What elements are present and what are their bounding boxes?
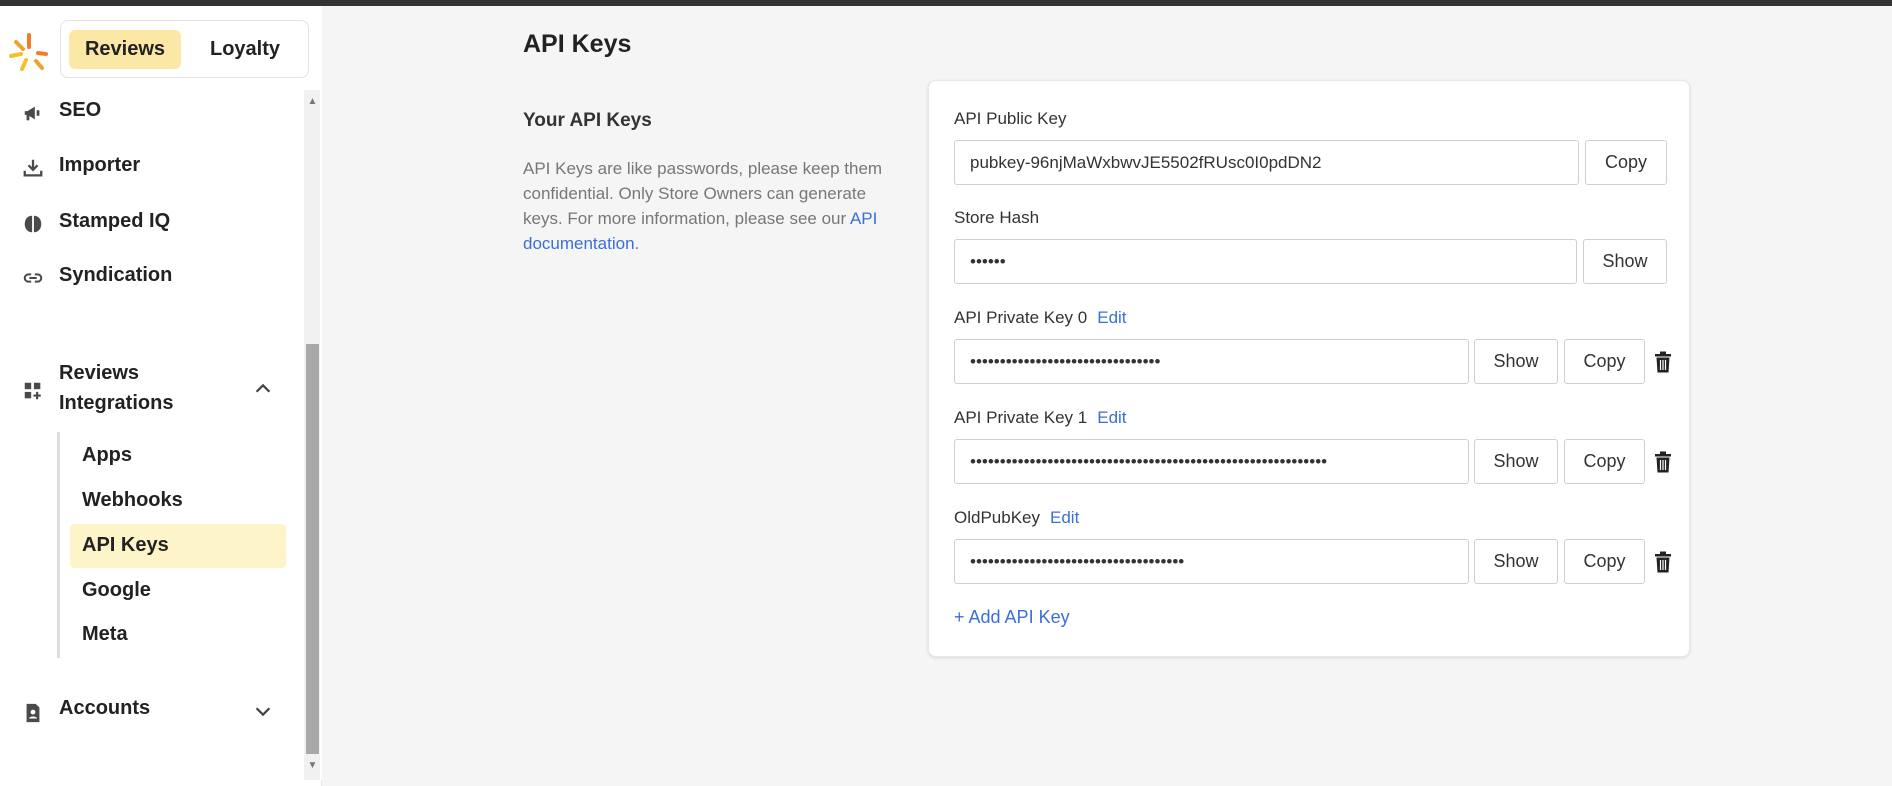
api-keys-card: API Public Key pubkey-96njMaWxbwvJE5502f…	[928, 80, 1690, 657]
private-key-0-input[interactable]: ••••••••••••••••••••••••••••••••	[954, 339, 1469, 384]
store-hash-input[interactable]: ••••••	[954, 239, 1577, 284]
trash-icon[interactable]	[1654, 351, 1672, 373]
link-icon	[23, 273, 43, 283]
show-old-pub-key-button[interactable]: Show	[1474, 539, 1558, 584]
public-key-input[interactable]: pubkey-96njMaWxbwvJE5502fRUsc0I0pdDN2	[954, 140, 1579, 185]
copy-public-key-button[interactable]: Copy	[1585, 140, 1667, 185]
trash-icon[interactable]	[1654, 551, 1672, 573]
sidebar-subitem-label: Meta	[82, 623, 128, 645]
edit-old-pub-key-link[interactable]: Edit	[1050, 508, 1079, 527]
sidebar-item-seo[interactable]: SEO	[0, 92, 300, 132]
store-hash-label: Store Hash	[954, 208, 1040, 227]
chevron-up-icon	[255, 383, 271, 393]
sidebar-item-label: Importer	[59, 154, 141, 176]
edit-private-key-0-link[interactable]: Edit	[1097, 308, 1126, 327]
sidebar-group-label: Reviews Integrations	[59, 362, 174, 414]
sidebar-scrollbar-thumb[interactable]	[306, 344, 319, 754]
scroll-up-arrow-icon[interactable]: ▲	[306, 96, 319, 108]
sidebar-subitem-webhooks[interactable]: Webhooks	[70, 479, 286, 523]
private-key-0-label-text: API Private Key 0	[954, 308, 1088, 327]
old-pub-key-input[interactable]: ••••••••••••••••••••••••••••••••••••	[954, 539, 1469, 584]
show-store-hash-button[interactable]: Show	[1583, 239, 1667, 284]
sidebar-item-label: Stamped IQ	[59, 210, 171, 232]
trash-icon[interactable]	[1654, 451, 1672, 473]
sidebar-item-label: SEO	[59, 99, 102, 121]
section-description: API Keys are like passwords, please keep…	[523, 156, 893, 256]
show-private-key-1-button[interactable]: Show	[1474, 439, 1558, 484]
sidebar-item-label: Syndication	[59, 264, 173, 286]
edit-private-key-1-link[interactable]: Edit	[1097, 408, 1126, 427]
sidebar-item-accounts[interactable]: Accounts	[0, 690, 300, 730]
sidebar-subitem-label: Apps	[82, 444, 132, 466]
private-key-1-input[interactable]: ••••••••••••••••••••••••••••••••••••••••…	[954, 439, 1469, 484]
public-key-label: API Public Key	[954, 109, 1067, 128]
submenu-line	[57, 432, 60, 658]
old-pub-key-label-text: OldPubKey	[954, 508, 1040, 527]
page-title: API Keys	[523, 30, 632, 58]
sidebar-item-label: Accounts	[59, 697, 151, 719]
brain-icon	[24, 215, 42, 233]
megaphone-icon	[24, 106, 40, 121]
copy-old-pub-key-button[interactable]: Copy	[1564, 539, 1645, 584]
stamped-logo-icon	[9, 33, 48, 71]
sidebar-item-importer[interactable]: Importer	[0, 147, 300, 187]
private-key-1-label-text: API Private Key 1	[954, 408, 1088, 427]
section-description-text: API Keys are like passwords, please keep…	[523, 159, 883, 228]
add-api-key-link[interactable]: + Add API Key	[954, 607, 1070, 628]
sidebar-subitem-label: Google	[82, 579, 151, 601]
show-private-key-0-button[interactable]: Show	[1474, 339, 1558, 384]
copy-private-key-1-button[interactable]: Copy	[1564, 439, 1645, 484]
sidebar-item-stamped-iq[interactable]: Stamped IQ	[0, 203, 300, 243]
sidebar-group-reviews-integrations[interactable]: Reviews Integrations	[0, 358, 300, 422]
loyalty-tab[interactable]: Loyalty	[189, 30, 301, 69]
section-title: Your API Keys	[523, 110, 652, 131]
sidebar: Reviews Loyalty SEO Importer Stamped IQ	[0, 6, 322, 786]
sidebar-nav: SEO Importer Stamped IQ Syndication Revi…	[0, 90, 322, 780]
product-switcher: Reviews Loyalty	[60, 20, 309, 78]
scroll-down-arrow-icon[interactable]: ▼	[306, 760, 319, 772]
chevron-down-icon	[255, 707, 271, 717]
sidebar-subitem-api-keys[interactable]: API Keys	[70, 524, 286, 568]
download-icon	[23, 159, 43, 177]
brand-row: Reviews Loyalty	[0, 6, 322, 90]
sidebar-subitem-meta[interactable]: Meta	[70, 613, 286, 657]
sidebar-item-syndication[interactable]: Syndication	[0, 257, 300, 297]
apps-plus-icon	[24, 382, 41, 400]
private-key-0-label: API Private Key 0 Edit	[954, 308, 1127, 328]
old-pub-key-label: OldPubKey Edit	[954, 508, 1079, 528]
sidebar-subitem-label: Webhooks	[82, 489, 183, 511]
copy-private-key-0-button[interactable]: Copy	[1564, 339, 1645, 384]
reviews-tab[interactable]: Reviews	[69, 30, 181, 69]
private-key-1-label: API Private Key 1 Edit	[954, 408, 1127, 428]
account-file-icon	[26, 703, 40, 723]
sidebar-subitem-google[interactable]: Google	[70, 569, 286, 613]
section-description-suffix: .	[634, 234, 640, 253]
sidebar-subitem-apps[interactable]: Apps	[70, 434, 286, 478]
sidebar-subitem-label: API Keys	[82, 534, 169, 556]
